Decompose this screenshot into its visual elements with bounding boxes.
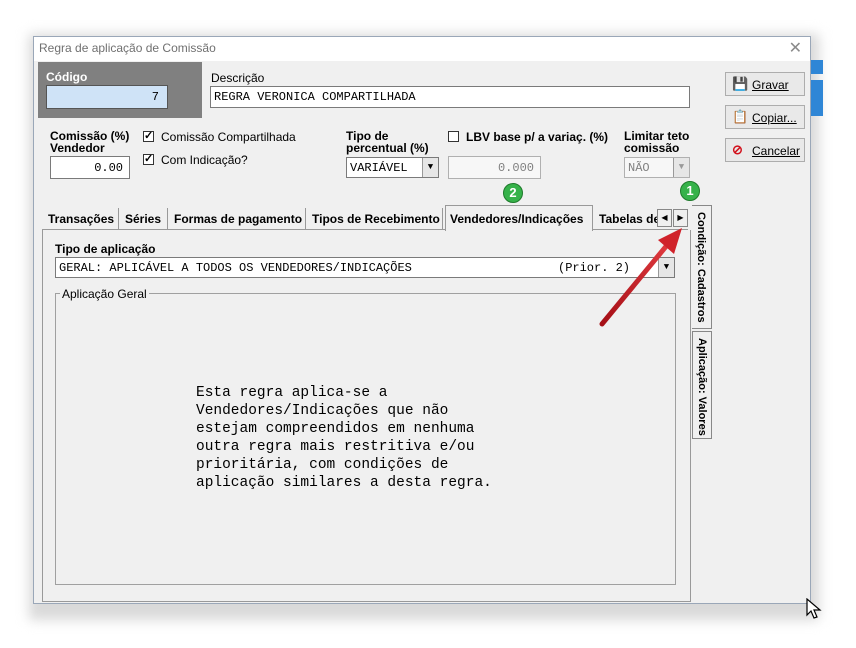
cancelar-label: Cancelar [752, 144, 801, 158]
descricao-label: Descrição [211, 71, 265, 85]
comissao-value: 0.00 [94, 161, 123, 175]
tab-transacoes[interactable]: Transações [44, 208, 119, 230]
aplicacao-geral-title: Aplicação Geral [60, 287, 149, 301]
gravar-label: Gravar [752, 78, 789, 92]
chevron-right-icon: ▶ [677, 213, 684, 222]
badge-two: 2 [503, 183, 523, 203]
window-title: Regra de aplicação de Comissão [39, 41, 216, 55]
copiar-button[interactable]: 📋 Copiar... [725, 105, 805, 129]
description-line: prioritária, com condições de [196, 457, 449, 473]
copy-icon: 📋 [732, 109, 749, 124]
percentual-label-line2: percentual (%) [346, 141, 429, 155]
save-icon: 💾 [732, 76, 749, 91]
copiar-label: Copiar... [752, 111, 797, 125]
compartilhada-checkbox[interactable]: ✓ [143, 131, 154, 142]
chevron-down-icon[interactable]: ▼ [673, 158, 689, 177]
chevron-down-icon[interactable]: ▼ [422, 158, 438, 177]
background-window-strip [811, 60, 823, 74]
tipo-aplicacao-label: Tipo de aplicação [55, 242, 156, 256]
lbv-value: 0.000 [497, 161, 534, 175]
descricao-value: REGRA VERONICA COMPARTILHADA [214, 90, 416, 104]
codigo-value: 7 [151, 90, 159, 104]
gravar-button[interactable]: 💾 Gravar [725, 72, 805, 96]
mouse-cursor-icon [806, 598, 822, 619]
tipo-aplicacao-select[interactable]: GERAL: APLICÁVEL A TODOS OS VENDEDORES/I… [55, 257, 675, 278]
limitar-select[interactable]: NÃO ▼ [624, 157, 690, 178]
lbv-label: LBV base p/ a variaç. (%) [466, 130, 609, 144]
percentual-value: VARIÁVEL [350, 161, 408, 175]
side-tab-cadastros[interactable]: Condição: Cadastros [692, 205, 712, 329]
background-window-strip [811, 80, 823, 116]
side-tab-valores[interactable]: Aplicação: Valores [692, 331, 712, 439]
comissao-label-line2: Vendedor [50, 141, 105, 155]
compartilhada-label: Comissão Compartilhada [161, 130, 296, 144]
indicacao-checkbox[interactable]: ✓ [143, 154, 154, 165]
side-tab-cadastros-label: Condição: Cadastros [695, 212, 707, 323]
badge-one: 1 [680, 181, 700, 201]
tab-vendedores-indicacoes[interactable]: Vendedores/Indicações [445, 205, 593, 231]
limitar-value: NÃO [628, 161, 650, 175]
lbv-checkbox[interactable] [448, 131, 459, 142]
lbv-field[interactable]: 0.000 [448, 156, 541, 179]
aplicacao-description: Esta regra aplica-se a Vendedores/Indica… [196, 384, 492, 492]
limitar-label-line2: comissão [624, 141, 680, 155]
codigo-field[interactable]: 7 [46, 85, 168, 109]
comissao-field[interactable]: 0.00 [50, 156, 130, 179]
tab-series[interactable]: Séries [121, 208, 168, 230]
close-icon[interactable]: ✕ [789, 38, 802, 58]
percentual-select[interactable]: VARIÁVEL ▼ [346, 157, 439, 178]
description-line: Vendedores/Indicações que não [196, 403, 449, 419]
descricao-field[interactable]: REGRA VERONICA COMPARTILHADA [210, 86, 690, 108]
cancelar-button[interactable]: ⊘ Cancelar [725, 138, 805, 162]
description-line: Esta regra aplica-se a [196, 385, 388, 401]
description-line: estejam compreendidos em nenhuma [196, 421, 475, 437]
title-bar[interactable]: Regra de aplicação de Comissão ✕ [34, 37, 810, 61]
annotation-arrow [599, 228, 682, 327]
tab-formas-pagamento[interactable]: Formas de pagamento [170, 208, 306, 230]
cancel-icon: ⊘ [732, 142, 743, 157]
side-tab-valores-label: Aplicação: Valores [696, 338, 708, 436]
codigo-label: Código [46, 70, 88, 84]
description-line: outra regra mais restritiva e/ou [196, 439, 475, 455]
tipo-aplicacao-value: GERAL: APLICÁVEL A TODOS OS VENDEDORES/I… [59, 261, 412, 275]
chevron-left-icon: ◀ [661, 213, 668, 222]
description-line: aplicação similares a desta regra. [196, 475, 492, 491]
tab-tipos-recebimento[interactable]: Tipos de Recebimento [308, 208, 443, 230]
indicacao-label: Com Indicação? [161, 153, 248, 167]
